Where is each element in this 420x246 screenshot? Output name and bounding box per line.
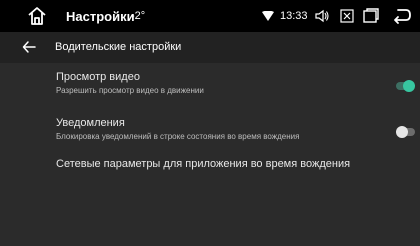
page-title: Водительские настройки xyxy=(55,41,182,53)
temperature-readout: -2° xyxy=(131,10,146,22)
video-playback-toggle[interactable] xyxy=(396,80,415,92)
recent-apps-icon[interactable] xyxy=(362,8,380,24)
setting-row-network-params[interactable]: Сетевые параметры для приложения во врем… xyxy=(0,153,420,177)
setting-subtitle: Блокировка уведомлений в строке состояни… xyxy=(56,132,300,141)
page-header: Водительские настройки xyxy=(0,32,420,63)
status-bar: Настройки -2° 13:33 xyxy=(0,0,420,32)
setting-row-notifications[interactable]: Уведомления Блокировка уведомлений в стр… xyxy=(0,112,420,150)
app-title: Настройки xyxy=(66,9,135,24)
setting-row-video-playback[interactable]: Просмотр видео Разрешить просмотр видео … xyxy=(0,66,420,104)
home-icon[interactable] xyxy=(26,5,48,27)
wifi-icon xyxy=(262,11,274,21)
volume-icon[interactable] xyxy=(314,8,330,24)
toggle-knob xyxy=(396,126,408,138)
notifications-toggle[interactable] xyxy=(396,126,415,138)
back-arrow-icon[interactable] xyxy=(22,40,36,54)
setting-title: Уведомления xyxy=(56,117,125,129)
setting-title: Сетевые параметры для приложения во врем… xyxy=(56,158,351,170)
back-icon[interactable] xyxy=(392,7,412,25)
setting-title: Просмотр видео xyxy=(56,71,140,83)
image-off-icon[interactable] xyxy=(339,8,355,24)
clock: 13:33 xyxy=(280,10,308,22)
toggle-knob xyxy=(403,80,415,92)
setting-subtitle: Разрешить просмотр видео в движении xyxy=(56,86,204,95)
